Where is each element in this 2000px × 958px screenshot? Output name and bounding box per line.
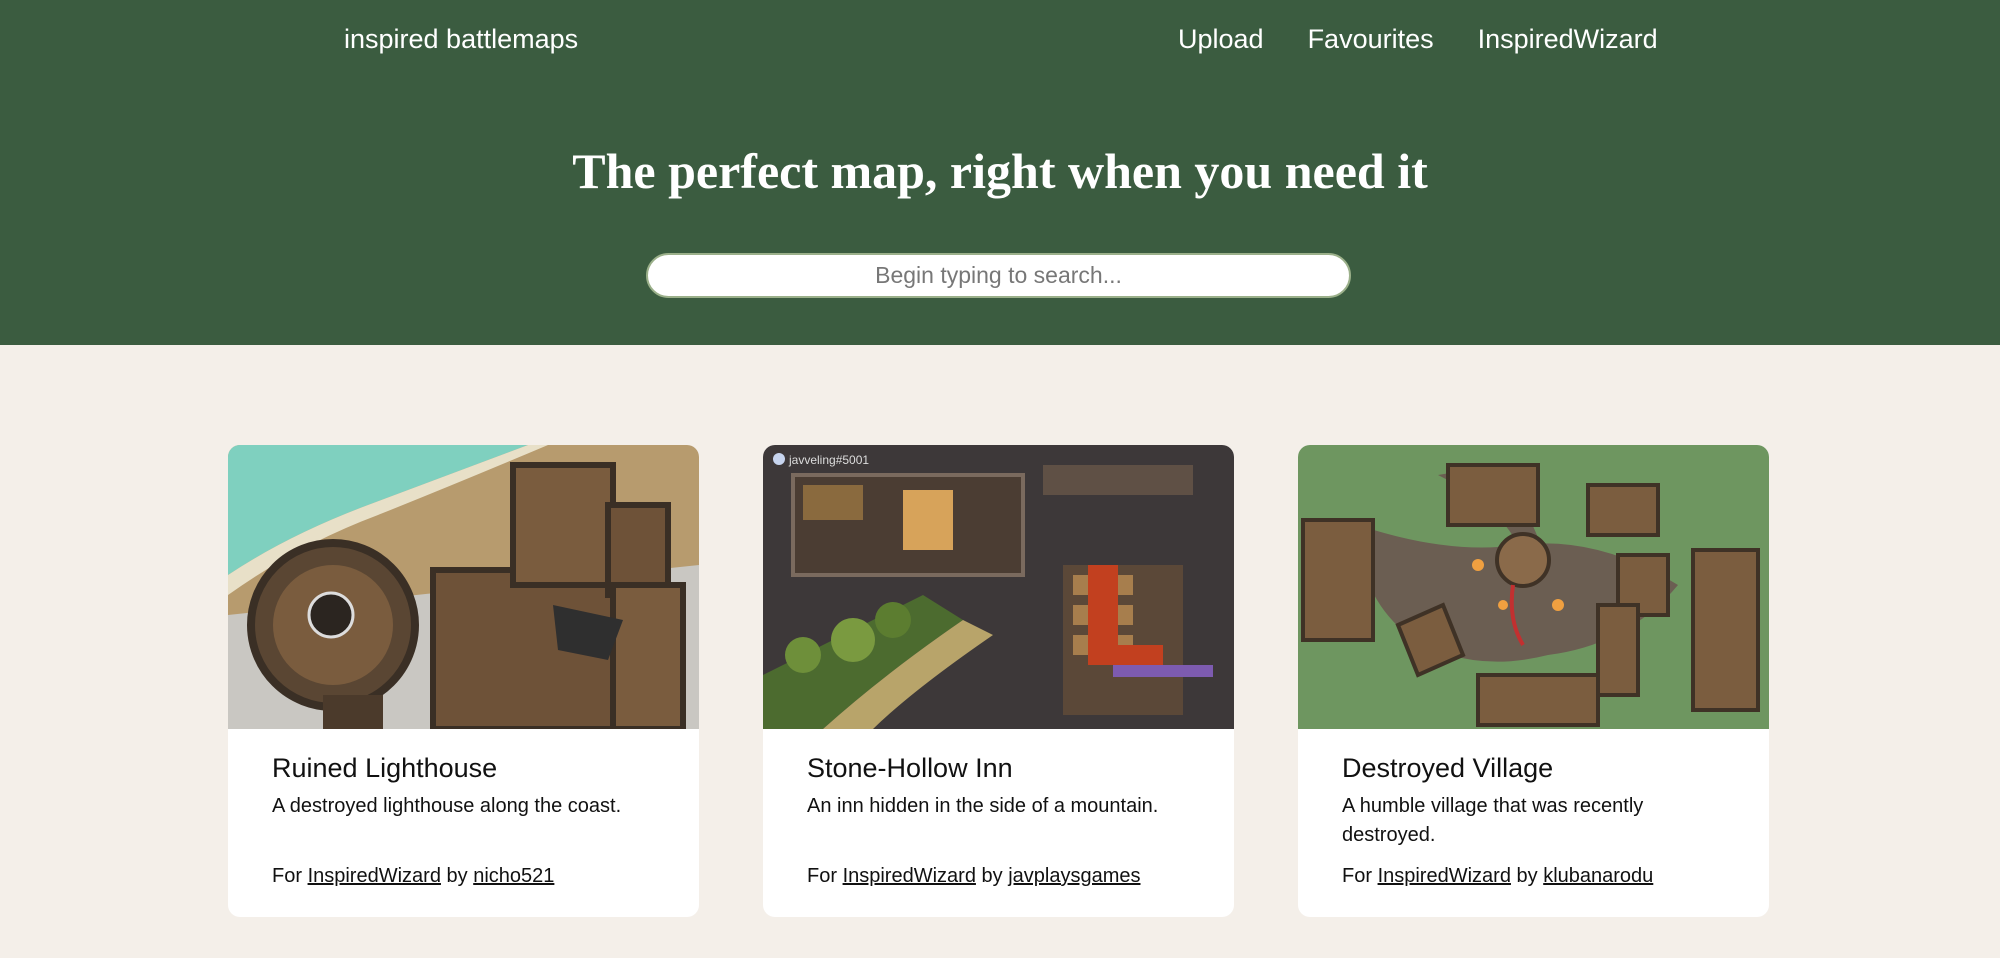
author-link[interactable]: nicho521 xyxy=(473,865,554,887)
for-account-link[interactable]: InspiredWizard xyxy=(308,865,441,887)
card-body: Ruined Lighthouse A destroyed lighthouse… xyxy=(228,729,699,821)
by-label: by xyxy=(446,865,468,887)
card-title[interactable]: Ruined Lighthouse xyxy=(272,753,655,784)
for-label: For xyxy=(1342,865,1372,887)
for-label: For xyxy=(807,865,837,887)
map-card[interactable]: Destroyed Village A humble village that … xyxy=(1298,445,1769,917)
nav-upload-link[interactable]: Upload xyxy=(1178,24,1264,55)
by-label: by xyxy=(1516,865,1538,887)
search-input[interactable] xyxy=(646,253,1351,298)
for-account-link[interactable]: InspiredWizard xyxy=(1378,865,1511,887)
map-card[interactable]: javveling#5001 Stone-Hollow Inn An inn h… xyxy=(763,445,1234,917)
map-thumbnail-village[interactable] xyxy=(1298,445,1769,729)
card-credit: For InspiredWizard by klubanarodu xyxy=(1342,865,1653,888)
nav-links: Upload Favourites InspiredWizard xyxy=(1178,24,1658,55)
card-body: Destroyed Village A humble village that … xyxy=(1298,729,1769,850)
nav-favourites-link[interactable]: Favourites xyxy=(1308,24,1434,55)
brand-logo-link[interactable]: inspired battlemaps xyxy=(344,24,578,55)
map-card[interactable]: Ruined Lighthouse A destroyed lighthouse… xyxy=(228,445,699,917)
thumbnail-watermark: javveling#5001 xyxy=(788,453,869,467)
card-credit: For InspiredWizard by javplaysgames xyxy=(807,865,1141,888)
card-title[interactable]: Stone-Hollow Inn xyxy=(807,753,1190,784)
top-nav: inspired battlemaps Upload Favourites In… xyxy=(0,0,2000,80)
for-account-link[interactable]: InspiredWizard xyxy=(843,865,976,887)
map-thumbnail-lighthouse[interactable] xyxy=(228,445,699,729)
card-credit: For InspiredWizard by nicho521 xyxy=(272,865,554,888)
author-link[interactable]: klubanarodu xyxy=(1543,865,1653,887)
nav-account-link[interactable]: InspiredWizard xyxy=(1478,24,1658,55)
map-card-grid: Ruined Lighthouse A destroyed lighthouse… xyxy=(228,445,1769,917)
card-description: A destroyed lighthouse along the coast. xyxy=(272,795,622,817)
for-label: For xyxy=(272,865,302,887)
page-headline: The perfect map, right when you need it xyxy=(572,143,1428,199)
card-description: A humble village that was recently destr… xyxy=(1342,795,1644,846)
card-body: Stone-Hollow Inn An inn hidden in the si… xyxy=(763,729,1234,821)
by-label: by xyxy=(981,865,1003,887)
card-title[interactable]: Destroyed Village xyxy=(1342,753,1725,784)
author-link[interactable]: javplaysgames xyxy=(1008,865,1140,887)
hero-header: inspired battlemaps Upload Favourites In… xyxy=(0,0,2000,345)
card-description: An inn hidden in the side of a mountain. xyxy=(807,795,1159,817)
map-thumbnail-inn[interactable]: javveling#5001 xyxy=(763,445,1234,729)
